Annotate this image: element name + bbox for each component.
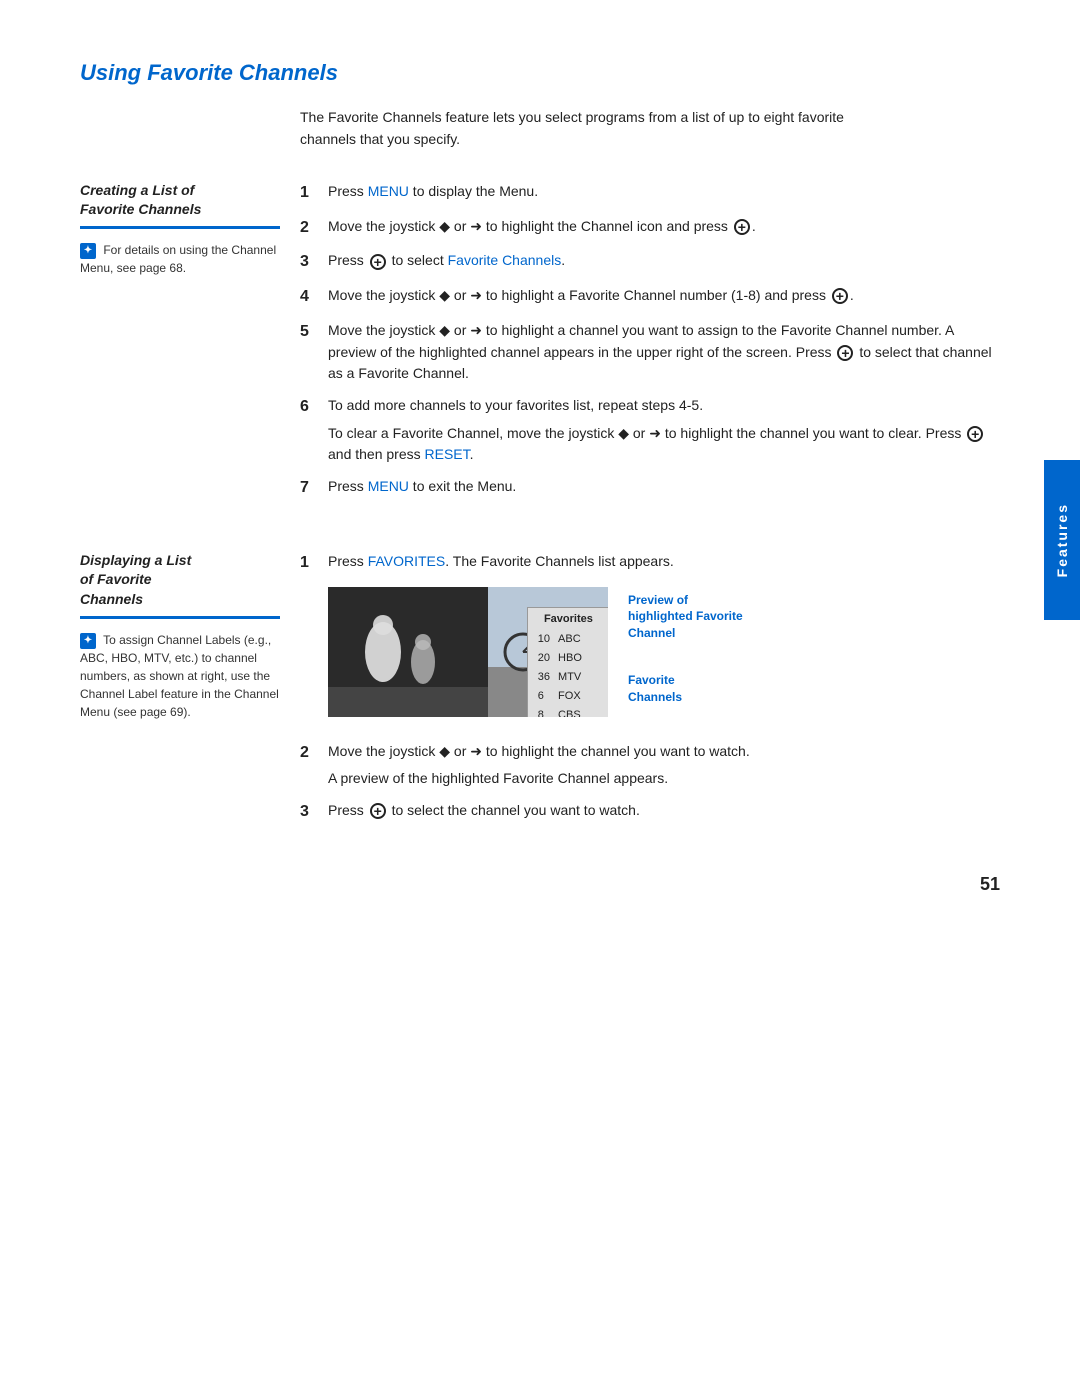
step-6-content: To add more channels to your favorites l… [328, 395, 1000, 466]
favorites-keyword: FAVORITES [368, 553, 446, 569]
step-4-number: 4 [300, 285, 328, 310]
step-1-number: 1 [300, 181, 328, 206]
page-title: Using Favorite Channels [80, 60, 1000, 86]
circle-plus-icon-4: + [837, 345, 853, 361]
football-bg [328, 587, 488, 717]
favorites-table: 10ABC 20HBO 36MTV 6FOX 8CBS 37COMED 40 9 [534, 630, 603, 717]
displaying-note: ✦ To assign Channel Labels (e.g., ABC, H… [80, 631, 280, 721]
reset-keyword: RESET [425, 446, 470, 462]
displaying-steps-list: 1 Press FAVORITES. The Favorite Channels… [300, 551, 1000, 825]
channel-num: 10 [534, 630, 554, 649]
menu-keyword-1: MENU [368, 183, 409, 199]
table-row: 8CBS [534, 706, 603, 717]
step-5-number: 5 [300, 320, 328, 385]
side-tab: Features [1044, 460, 1080, 620]
section-creating: Creating a List ofFavorite Channels ✦ Fo… [80, 181, 1000, 511]
step-4-content: Move the joystick ◆ or ➜ to highlight a … [328, 285, 1000, 310]
step-1: 1 Press MENU to display the Menu. [300, 181, 1000, 206]
creating-note: ✦ For details on using the Channel Menu,… [80, 241, 280, 277]
mockup-image-right: Favorites 10ABC 20HBO 36MTV 6FOX 8CBS 37… [488, 587, 608, 717]
step-2-content: Move the joystick ◆ or ➜ to highlight th… [328, 216, 1000, 241]
table-row: 20HBO [534, 649, 603, 668]
circle-plus-icon-6: + [370, 803, 386, 819]
disp-step-2: 2 Move the joystick ◆ or ➜ to highlight … [300, 741, 1000, 790]
circle-plus-icon-2: + [370, 254, 386, 270]
favorite-channels-keyword: Favorite Channels [448, 252, 562, 268]
step-1-content: Press MENU to display the Menu. [328, 181, 1000, 206]
note-icon-2: ✦ [80, 633, 96, 649]
favorites-panel-title: Favorites [534, 611, 603, 628]
channel-label: MTV [554, 668, 603, 687]
table-row: 6FOX [534, 687, 603, 706]
disp-step-1: 1 Press FAVORITES. The Favorite Channels… [300, 551, 1000, 731]
step-3-number: 3 [300, 250, 328, 275]
mockup-image-left [328, 587, 488, 717]
step-5: 5 Move the joystick ◆ or ➜ to highlight … [300, 320, 1000, 385]
section-creating-heading: Creating a List ofFavorite Channels [80, 181, 280, 229]
step-7-number: 7 [300, 476, 328, 501]
football-svg [328, 587, 488, 717]
step-6: 6 To add more channels to your favorites… [300, 395, 1000, 466]
step-3-content: Press + to select Favorite Channels. [328, 250, 1000, 275]
section-displaying: Displaying a Listof FavoriteChannels ✦ T… [80, 551, 1000, 835]
preview-label-text: Preview ofhighlighted FavoriteChannel [628, 593, 743, 641]
displaying-note-text: To assign Channel Labels (e.g., ABC, HBO… [80, 633, 279, 719]
step-2: 2 Move the joystick ◆ or ➜ to highlight … [300, 216, 1000, 241]
disp-step-3-number: 3 [300, 800, 328, 825]
section-displaying-right: 1 Press FAVORITES. The Favorite Channels… [300, 551, 1000, 835]
disp-step-3-content: Press + to select the channel you want t… [328, 800, 1000, 825]
circle-plus-icon-3: + [832, 288, 848, 304]
mockup-screens: Favorites 10ABC 20HBO 36MTV 6FOX 8CBS 37… [328, 587, 608, 717]
menu-keyword-2: MENU [368, 478, 409, 494]
creating-steps-list: 1 Press MENU to display the Menu. 2 Move… [300, 181, 1000, 501]
disp-step-2-number: 2 [300, 741, 328, 790]
disp-step-1-number: 1 [300, 551, 328, 731]
table-row: 10ABC [534, 630, 603, 649]
channel-num: 8 [534, 706, 554, 717]
channel-label: CBS [554, 706, 603, 717]
circle-plus-icon-5: + [967, 426, 983, 442]
creating-note-text: For details on using the Channel Menu, s… [80, 243, 276, 275]
circle-plus-icon-1: + [734, 219, 750, 235]
channel-num: 20 [534, 649, 554, 668]
section-displaying-left: Displaying a Listof FavoriteChannels ✦ T… [80, 551, 300, 835]
step-7: 7 Press MENU to exit the Menu. [300, 476, 1000, 501]
favorites-panel: Favorites 10ABC 20HBO 36MTV 6FOX 8CBS 37… [527, 607, 608, 717]
section-creating-left: Creating a List ofFavorite Channels ✦ Fo… [80, 181, 300, 511]
disp-step-2-content: Move the joystick ◆ or ➜ to highlight th… [328, 741, 1000, 790]
favorites-mockup: Favorites 10ABC 20HBO 36MTV 6FOX 8CBS 37… [328, 587, 1000, 717]
disp-step-3: 3 Press + to select the channel you want… [300, 800, 1000, 825]
step-4: 4 Move the joystick ◆ or ➜ to highlight … [300, 285, 1000, 310]
note-icon: ✦ [80, 243, 96, 259]
section-creating-right: 1 Press MENU to display the Menu. 2 Move… [300, 181, 1000, 511]
favorites-label-text: FavoriteChannels [628, 673, 682, 704]
step-5-content: Move the joystick ◆ or ➜ to highlight a … [328, 320, 1000, 385]
step-6-number: 6 [300, 395, 328, 466]
step-6-subtext: To clear a Favorite Channel, move the jo… [328, 423, 1000, 466]
channel-label: ABC [554, 630, 603, 649]
side-tab-label: Features [1054, 503, 1070, 577]
intro-text: The Favorite Channels feature lets you s… [300, 106, 900, 151]
channel-label: HBO [554, 649, 603, 668]
mockup-labels: Preview ofhighlighted FavoriteChannel Fa… [628, 587, 743, 716]
section-displaying-heading: Displaying a Listof FavoriteChannels [80, 551, 280, 619]
disp-step-2-subtext: A preview of the highlighted Favorite Ch… [328, 768, 1000, 790]
step-7-content: Press MENU to exit the Menu. [328, 476, 1000, 501]
disp-step-1-content: Press FAVORITES. The Favorite Channels l… [328, 551, 1000, 731]
label-preview: Preview ofhighlighted FavoriteChannel [628, 592, 743, 642]
label-favorites: FavoriteChannels [628, 672, 743, 706]
channel-label: FOX [554, 687, 603, 706]
channel-num: 6 [534, 687, 554, 706]
page-container: Features Using Favorite Channels The Fav… [0, 0, 1080, 935]
step-3: 3 Press + to select Favorite Channels. [300, 250, 1000, 275]
step-2-number: 2 [300, 216, 328, 241]
page-number: 51 [980, 874, 1000, 895]
table-row: 36MTV [534, 668, 603, 687]
channel-num: 36 [534, 668, 554, 687]
